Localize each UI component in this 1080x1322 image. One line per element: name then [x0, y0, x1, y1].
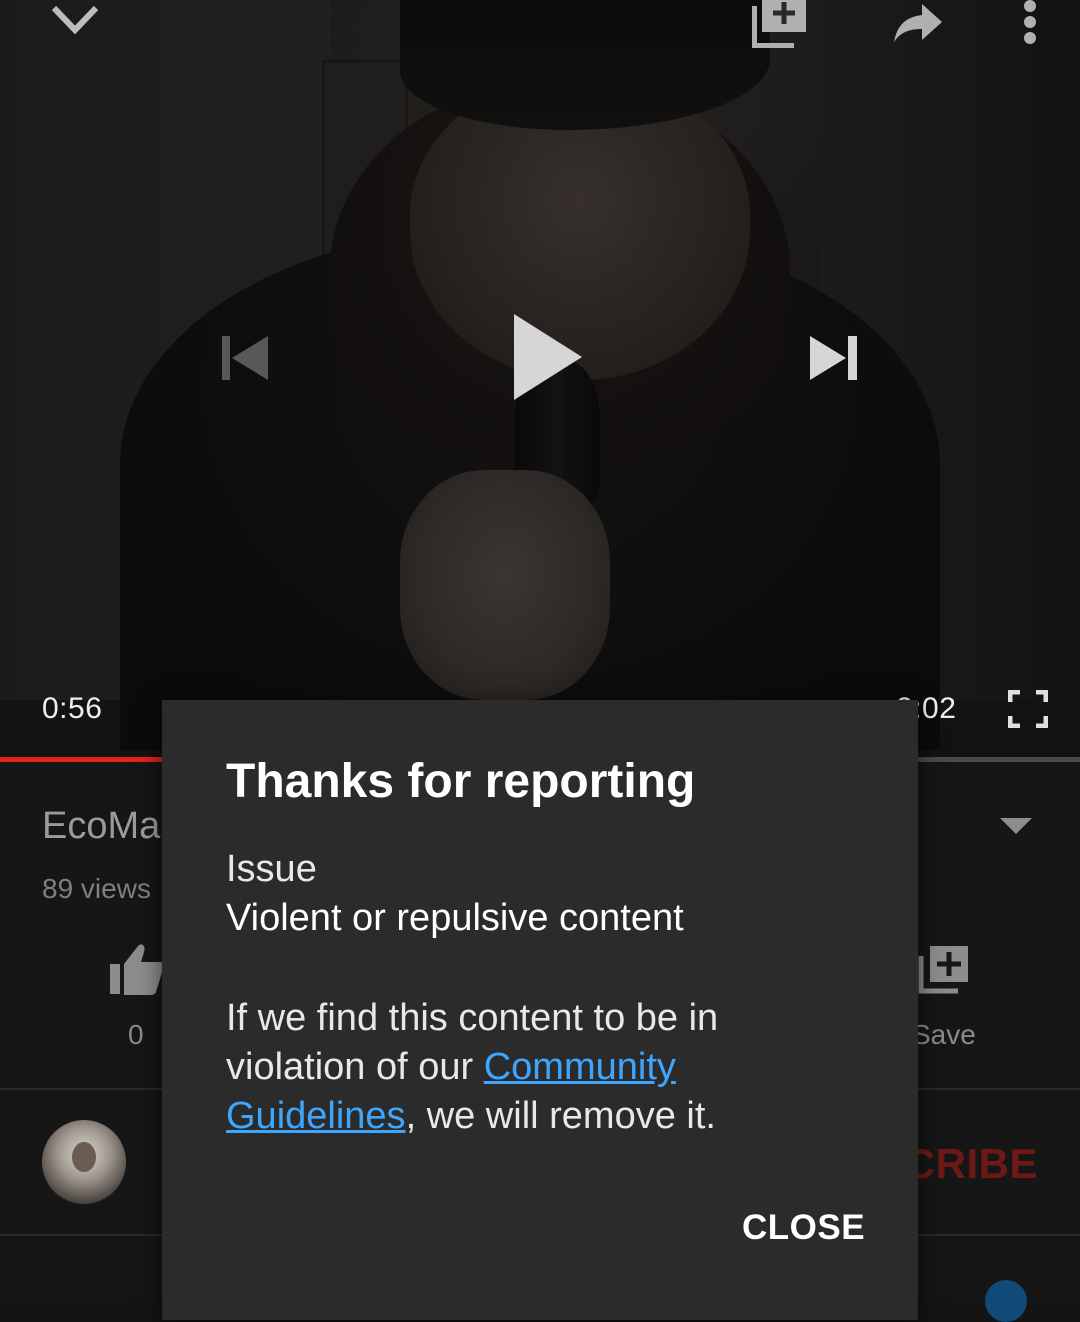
fullscreen-icon[interactable]: [1008, 690, 1048, 728]
video-player[interactable]: 0:56 2:02: [0, 0, 1080, 760]
like-count: 0: [128, 1019, 144, 1050]
video-title[interactable]: EcoMa: [42, 805, 160, 848]
next-track-icon[interactable]: [808, 334, 860, 382]
add-to-playlist-icon[interactable]: [752, 0, 808, 48]
report-confirmation-dialog: Thanks for reporting Issue Violent or re…: [162, 700, 918, 1320]
expand-description-icon[interactable]: [998, 816, 1034, 836]
play-icon[interactable]: [512, 312, 584, 402]
autoplay-toggle[interactable]: [985, 1280, 1027, 1322]
issue-label: Issue: [226, 848, 317, 890]
dialog-message: If we find this content to be in violati…: [226, 994, 866, 1141]
previous-track-icon[interactable]: [220, 334, 270, 382]
close-button[interactable]: CLOSE: [742, 1204, 865, 1252]
channel-avatar[interactable]: [42, 1120, 126, 1204]
current-time: 0:56: [42, 692, 103, 725]
save-icon[interactable]: [918, 944, 970, 994]
view-count: 89 views: [42, 873, 151, 904]
more-options-icon[interactable]: [1020, 0, 1040, 46]
share-icon[interactable]: [892, 2, 944, 44]
chevron-down-icon[interactable]: [50, 0, 100, 40]
dialog-title: Thanks for reporting: [226, 755, 696, 808]
thumbs-up-icon[interactable]: [108, 942, 164, 996]
issue-value: Violent or repulsive content: [226, 897, 684, 939]
dialog-message-suffix: , we will remove it.: [405, 1095, 716, 1137]
save-label: Save: [912, 1019, 976, 1050]
